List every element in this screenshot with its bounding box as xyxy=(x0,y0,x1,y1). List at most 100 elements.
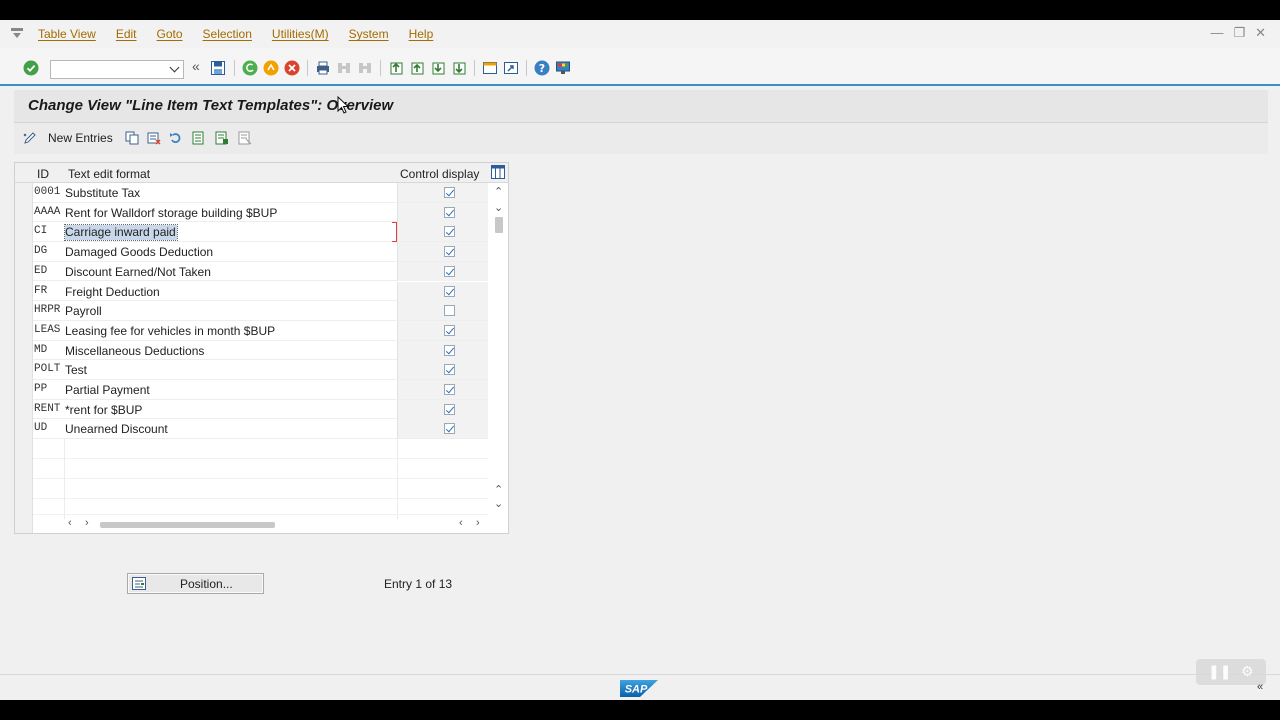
table-row[interactable]: AAAA Rent for Walldorf storage building … xyxy=(33,202,488,223)
command-field[interactable] xyxy=(50,60,184,79)
column-header-id[interactable]: ID xyxy=(37,167,49,181)
customize-layout-icon[interactable] xyxy=(555,60,571,76)
menu-goto[interactable]: Goto xyxy=(157,27,183,41)
chevron-up-icon[interactable]: ⌃ xyxy=(494,485,503,496)
row-text-field[interactable]: *rent for $BUP xyxy=(65,403,397,418)
expand-status-icon[interactable]: « xyxy=(1257,681,1263,693)
create-session-icon[interactable] xyxy=(482,60,498,76)
control-display-checkbox[interactable] xyxy=(444,324,455,336)
chevron-right-icon[interactable]: › xyxy=(85,518,89,529)
control-display-checkbox[interactable] xyxy=(444,305,455,317)
table-row[interactable]: HRPR Payroll xyxy=(33,301,488,321)
last-page-icon[interactable] xyxy=(451,60,467,76)
table-row[interactable]: DG Damaged Goods Deduction xyxy=(33,242,488,262)
column-header-control-display[interactable]: Control display xyxy=(400,167,479,181)
menu-edit[interactable]: Edit xyxy=(116,27,137,41)
row-text-field[interactable]: Unearned Discount xyxy=(65,422,397,437)
select-block-icon[interactable] xyxy=(215,131,229,145)
cancel-icon[interactable] xyxy=(284,60,300,76)
table-row[interactable]: PP Partial Payment xyxy=(33,380,488,400)
chevron-down-icon[interactable]: ⌄ xyxy=(494,499,503,510)
column-header-text-edit-format[interactable]: Text edit format xyxy=(68,167,150,181)
control-display-checkbox[interactable] xyxy=(444,187,455,198)
table-row[interactable]: FR Freight Deduction xyxy=(33,281,488,302)
control-display-checkbox[interactable] xyxy=(444,226,455,238)
column-settings-icon[interactable] xyxy=(491,165,505,179)
row-text-field[interactable]: Payroll xyxy=(65,304,397,319)
settings-icon[interactable]: ⚙ xyxy=(1241,663,1254,680)
row-text-field[interactable]: Leasing fee for vehicles in month $BUP xyxy=(65,324,397,339)
horizontal-scrollbar[interactable]: ‹ › ‹ › xyxy=(15,515,508,533)
row-text-field[interactable]: Freight Deduction xyxy=(65,285,397,300)
print-icon[interactable] xyxy=(315,60,331,76)
delete-icon[interactable] xyxy=(147,131,161,145)
control-display-checkbox[interactable] xyxy=(444,403,455,415)
position-button[interactable]: Position... xyxy=(127,573,264,594)
vertical-scroll-thumb[interactable] xyxy=(495,217,503,233)
shortcut-icon[interactable] xyxy=(503,60,519,76)
close-window-icon[interactable]: ✕ xyxy=(1255,26,1266,40)
double-chevron-left-icon[interactable]: « xyxy=(192,58,208,74)
row-id: MD xyxy=(34,343,48,356)
menu-help[interactable]: Help xyxy=(409,27,434,41)
next-page-icon[interactable] xyxy=(430,60,446,76)
system-menu-icon[interactable] xyxy=(10,27,24,39)
restore-icon[interactable]: ❐ xyxy=(1233,26,1245,40)
deselect-all-icon[interactable] xyxy=(238,131,252,145)
table-row[interactable]: UD Unearned Discount xyxy=(33,419,488,440)
previous-page-icon[interactable] xyxy=(409,60,425,76)
control-display-checkbox[interactable] xyxy=(444,265,455,277)
menu-table-view[interactable]: Table View xyxy=(38,27,96,41)
save-icon[interactable] xyxy=(210,60,226,76)
exit-icon[interactable] xyxy=(263,60,279,76)
table-row-selected[interactable]: CI Carriage inward paid xyxy=(33,222,488,243)
control-display-checkbox[interactable] xyxy=(444,423,455,435)
undo-icon[interactable] xyxy=(169,131,183,145)
horizontal-scroll-thumb[interactable] xyxy=(100,522,275,528)
copy-icon[interactable] xyxy=(125,131,139,145)
row-text-field[interactable]: Rent for Walldorf storage building $BUP xyxy=(65,206,397,221)
new-entries-button[interactable]: New Entries xyxy=(22,130,113,146)
chevron-left-icon[interactable]: ‹ xyxy=(68,518,72,529)
pause-icon[interactable]: ❚❚ xyxy=(1208,663,1231,680)
vertical-scrollbar[interactable]: ⌃ ⌄ ⌃ ⌄ xyxy=(490,183,508,523)
row-text-field[interactable]: Substitute Tax xyxy=(65,186,397,201)
chevron-left-icon[interactable]: ‹ xyxy=(459,518,463,529)
control-display-checkbox[interactable] xyxy=(444,206,455,218)
table-row[interactable]: MD Miscellaneous Deductions xyxy=(33,340,488,361)
control-display-checkbox[interactable] xyxy=(444,246,455,258)
select-all-icon[interactable] xyxy=(192,131,206,145)
menu-system[interactable]: System xyxy=(349,27,389,41)
chevron-down-icon[interactable] xyxy=(169,62,180,73)
first-page-icon[interactable] xyxy=(388,60,404,76)
chevron-up-icon[interactable]: ⌃ xyxy=(494,187,503,198)
back-icon[interactable] xyxy=(242,60,258,76)
overlay-controls[interactable]: ❚❚ ⚙ xyxy=(1196,659,1266,685)
table-row[interactable]: ED Discount Earned/Not Taken xyxy=(33,261,488,282)
minimize-icon[interactable]: — xyxy=(1210,26,1223,40)
row-selector-column[interactable] xyxy=(15,183,33,533)
control-display-checkbox[interactable] xyxy=(444,285,455,297)
enter-check-icon[interactable] xyxy=(23,60,39,76)
menu-utilities[interactable]: Utilities(M) xyxy=(272,27,329,41)
row-text-field-selected[interactable]: Carriage inward paid xyxy=(64,224,178,242)
table-row[interactable]: 0001 Substitute Tax xyxy=(33,183,488,203)
row-text-field[interactable]: Damaged Goods Deduction xyxy=(65,245,397,260)
help-icon[interactable]: ? xyxy=(534,60,550,76)
control-display-checkbox[interactable] xyxy=(444,364,455,376)
column-divider xyxy=(64,479,65,499)
row-text-field[interactable]: Miscellaneous Deductions xyxy=(65,344,397,359)
table-row[interactable]: LEAS Leasing fee for vehicles in month $… xyxy=(33,320,488,341)
control-display-checkbox[interactable] xyxy=(444,384,455,395)
control-display-checkbox[interactable] xyxy=(444,344,455,356)
chevron-down-icon[interactable]: ⌄ xyxy=(494,203,503,214)
table-row[interactable]: RENT *rent for $BUP xyxy=(33,399,488,420)
new-entries-label: New Entries xyxy=(48,131,113,145)
row-text-field[interactable]: Discount Earned/Not Taken xyxy=(65,265,397,280)
row-text-field[interactable]: Partial Payment xyxy=(65,383,397,398)
table-row[interactable]: POLT Test xyxy=(33,360,488,380)
row-text-field[interactable]: Test xyxy=(65,363,397,378)
chevron-right-icon[interactable]: › xyxy=(476,518,480,529)
menu-selection[interactable]: Selection xyxy=(203,27,252,41)
control-display-cell xyxy=(397,242,488,262)
